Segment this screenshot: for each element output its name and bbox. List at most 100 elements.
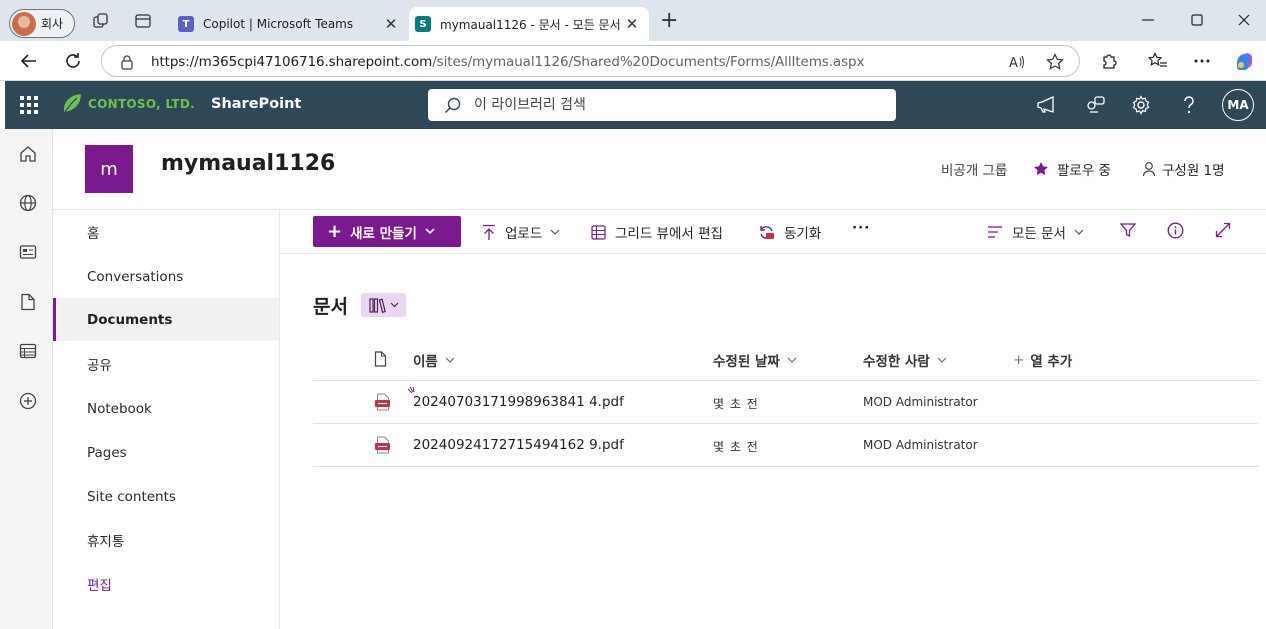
app-settings-icon[interactable] (1085, 94, 1107, 116)
copilot-icon[interactable] (1233, 50, 1255, 72)
file-name[interactable]: 20240924172715494162 9.pdf (413, 437, 624, 453)
app-rail (0, 129, 53, 629)
add-column-button[interactable]: + 열 추가 (1013, 350, 1072, 370)
nav-item-recycle-bin[interactable]: 휴지통 (53, 518, 279, 561)
workspaces-icon[interactable] (92, 12, 110, 30)
suite-bar: CONTOSO, LTD. SharePoint MA (5, 81, 1266, 129)
lists-icon[interactable] (18, 341, 38, 361)
grid-edit-button[interactable]: 그리드 뷰에서 편집 (591, 222, 723, 242)
window-close-icon[interactable] (1236, 12, 1252, 28)
nav-item-shared[interactable]: 공유 (53, 342, 279, 385)
table-row[interactable]: 20240703171998963841 4.pdf 몇 초 전 MOD Adm… (313, 381, 1259, 424)
library-view-options[interactable] (361, 293, 406, 317)
home-icon[interactable] (18, 144, 38, 164)
modified-by[interactable]: MOD Administrator (863, 395, 978, 409)
search-input[interactable] (474, 94, 874, 116)
column-header-name[interactable]: 이름 (413, 350, 455, 370)
url-host: https://m365cpi47106716.sharepoint.com (151, 54, 433, 70)
maximize-icon[interactable] (1189, 12, 1205, 28)
library-books-icon (368, 298, 386, 313)
read-aloud-icon[interactable]: A (1008, 53, 1026, 75)
megaphone-icon[interactable] (1035, 94, 1057, 116)
site-title[interactable]: mymaual1126 (161, 151, 335, 176)
globe-icon[interactable] (18, 193, 38, 213)
person-icon (1142, 162, 1156, 177)
filter-icon[interactable] (1120, 222, 1145, 238)
nav-item-home[interactable]: 홈 (53, 210, 279, 253)
nav-item-pages[interactable]: Pages (53, 431, 279, 474)
column-header-modified[interactable]: 수정된 날짜 (713, 350, 797, 370)
modified-by[interactable]: MOD Administrator (863, 438, 978, 452)
favorite-star-icon[interactable] (1046, 53, 1064, 75)
site-privacy: 비공개 그룹 (941, 159, 1007, 179)
help-icon[interactable] (1178, 94, 1200, 116)
nav-item-documents[interactable]: Documents (53, 298, 279, 341)
org-logo[interactable]: CONTOSO, LTD. (61, 93, 195, 115)
contoso-leaf-icon (63, 94, 81, 113)
svg-text:A: A (1009, 56, 1018, 71)
chevron-down-icon (1074, 229, 1084, 235)
files-icon[interactable] (18, 292, 38, 312)
upload-label: 업로드 (505, 226, 543, 242)
privacy-label: 비공개 그룹 (941, 163, 1008, 179)
upload-button[interactable]: 업로드 (482, 222, 569, 242)
sync-icon (760, 225, 774, 239)
library-title: 문서 (313, 296, 348, 318)
site-logo[interactable]: m (85, 145, 133, 193)
tab-title: mymaual1126 - 문서 - 모든 문서 (440, 17, 621, 32)
address-url: https://m365cpi47106716.sharepoint.com/s… (151, 54, 865, 70)
fullscreen-expand-icon[interactable] (1215, 222, 1240, 238)
column-modified-label: 수정된 날짜 (713, 354, 780, 370)
follow-button[interactable]: 팔로우 중 (1033, 159, 1111, 179)
gear-icon[interactable] (1130, 94, 1152, 116)
teams-icon: T (178, 16, 194, 32)
app-launcher-icon[interactable] (20, 96, 38, 114)
column-modified-by-label: 수정한 사람 (863, 354, 930, 370)
browser-toolbar: https://m365cpi47106716.sharepoint.com/s… (0, 41, 1266, 81)
refresh-icon[interactable] (62, 50, 84, 72)
close-icon[interactable]: ✕ (623, 15, 641, 33)
add-column-label: 열 추가 (1030, 354, 1073, 370)
nav-item-notebook[interactable]: Notebook (53, 387, 279, 430)
tab-teams[interactable]: T Copilot | Microsoft Teams ✕ (172, 7, 408, 41)
info-icon[interactable] (1167, 222, 1193, 239)
user-avatar[interactable]: MA (1222, 89, 1254, 121)
nav-item-site-contents[interactable]: Site contents (53, 475, 279, 518)
command-bar: + 새로 만들기 업로드 그리드 뷰에서 편집 동기화 ··· 모든 문서 (281, 209, 1266, 254)
tab-sharepoint[interactable]: S mymaual1126 - 문서 - 모든 문서 ✕ (409, 7, 649, 41)
nav-item-conversations[interactable]: Conversations (53, 255, 279, 298)
chevron-down-icon (550, 229, 560, 235)
new-tab-button[interactable]: + (660, 10, 678, 32)
view-switcher[interactable]: 모든 문서 (987, 222, 1093, 242)
tab-actions-icon[interactable] (134, 12, 152, 30)
search-icon (444, 97, 461, 118)
more-menu-icon[interactable] (1191, 50, 1213, 72)
close-icon[interactable]: ✕ (382, 15, 400, 33)
lock-icon[interactable] (120, 54, 134, 74)
extensions-icon[interactable] (1098, 50, 1120, 72)
url-path: /sites/mymaual1126/Shared%20Documents/Fo… (432, 54, 865, 70)
create-plus-icon[interactable] (18, 391, 38, 411)
file-type-column-icon[interactable] (374, 351, 387, 367)
site-left-nav: 홈 Conversations Documents 공유 Notebook Pa… (53, 209, 280, 629)
back-arrow-icon[interactable] (18, 50, 40, 72)
table-row[interactable]: 20240924172715494162 9.pdf 몇 초 전 MOD Adm… (313, 424, 1259, 467)
new-button[interactable]: + 새로 만들기 (313, 216, 461, 247)
favorites-icon[interactable] (1147, 50, 1169, 72)
members-button[interactable]: 구성원 1명 (1141, 159, 1225, 179)
app-name[interactable]: SharePoint (211, 96, 301, 112)
more-commands-button[interactable]: ··· (852, 220, 870, 236)
library-search-box[interactable] (428, 89, 896, 121)
new-item-sparkle-icon (407, 386, 415, 394)
column-header-modified-by[interactable]: 수정한 사람 (863, 350, 947, 370)
minimize-icon[interactable] (1140, 12, 1156, 28)
sync-button[interactable]: 동기화 (758, 222, 821, 242)
nav-edit-link[interactable]: 편집 (53, 562, 279, 605)
file-name[interactable]: 20240703171998963841 4.pdf (413, 394, 624, 410)
news-icon[interactable] (18, 242, 38, 262)
chevron-down-icon (390, 302, 398, 308)
column-name-label: 이름 (413, 354, 438, 370)
browser-profile-button[interactable]: 회사 (9, 9, 75, 38)
address-bar[interactable]: https://m365cpi47106716.sharepoint.com/s… (101, 45, 1080, 77)
chevron-down-icon (425, 228, 435, 235)
